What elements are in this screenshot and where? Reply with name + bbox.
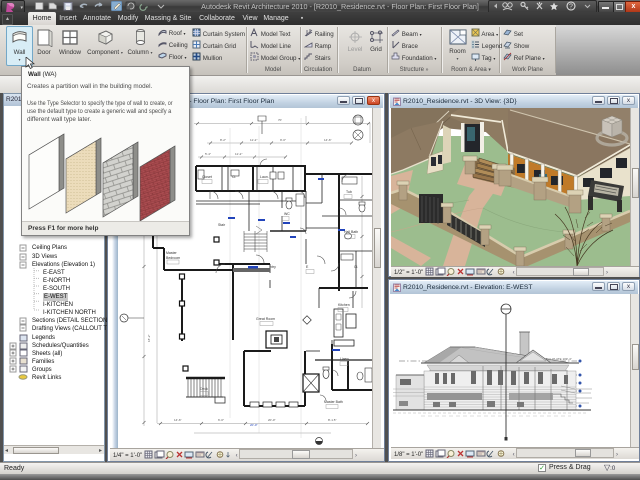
- svg-text:Great Room: Great Room: [256, 317, 275, 321]
- svg-text:20'-0": 20'-0": [268, 418, 276, 422]
- svg-text:Cl.: Cl.: [354, 265, 358, 269]
- svg-text:Kitchen: Kitchen: [338, 303, 350, 307]
- svg-text:8'-1.5": 8'-1.5": [328, 418, 336, 422]
- svg-text:14'-6": 14'-6": [174, 418, 182, 422]
- svg-text:14'-6": 14'-6": [324, 138, 332, 142]
- svg-text:Deck: Deck: [200, 387, 208, 391]
- svg-text:11'-2": 11'-2": [235, 152, 242, 156]
- svg-text:70': 70': [278, 118, 282, 122]
- svg-text:Tub: Tub: [346, 190, 352, 194]
- svg-text:Cl.: Cl.: [232, 175, 236, 179]
- svg-text:6'-0": 6'-0": [218, 418, 224, 422]
- svg-text:Laun.: Laun.: [260, 175, 269, 179]
- svg-text:5'-4": 5'-4": [205, 152, 211, 156]
- svg-text:9'-0": 9'-0": [280, 138, 286, 142]
- svg-text:Closet: Closet: [202, 175, 212, 179]
- svg-text:18'-2": 18'-2": [147, 334, 151, 342]
- svg-text:Master: Master: [166, 251, 178, 255]
- svg-text:Linen: Linen: [340, 357, 349, 361]
- svg-text:WC: WC: [284, 212, 290, 216]
- svg-text:20'-0": 20'-0": [250, 423, 258, 427]
- svg-text:Stair: Stair: [218, 223, 226, 227]
- svg-text:Entry: Entry: [270, 265, 309, 269]
- svg-text:Hall Bath: Hall Bath: [344, 230, 358, 234]
- svg-text:Bedroom: Bedroom: [166, 256, 180, 260]
- svg-text:?: ?: [569, 4, 573, 11]
- svg-text:11'-2": 11'-2": [250, 138, 257, 142]
- svg-text:8'-2": 8'-2": [220, 138, 226, 142]
- svg-text:Master Bath: Master Bath: [324, 400, 343, 404]
